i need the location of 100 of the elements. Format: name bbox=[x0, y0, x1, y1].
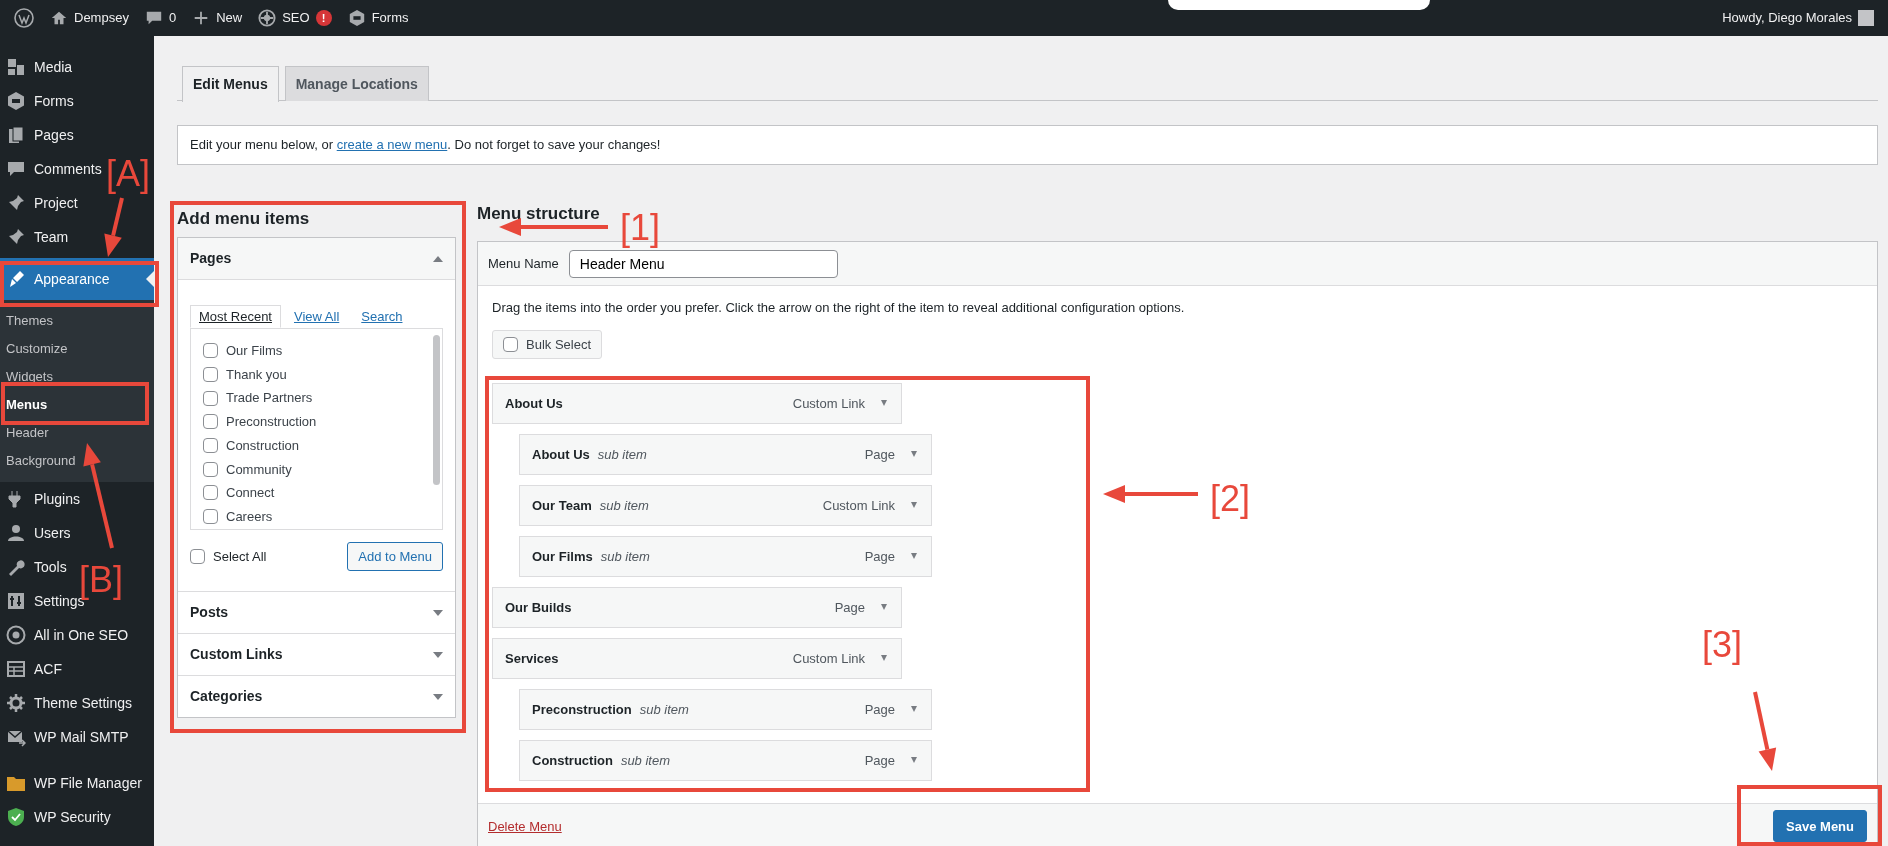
home-icon bbox=[50, 9, 68, 27]
sidebar-menu-item[interactable]: Tools bbox=[0, 550, 73, 584]
settings-icon bbox=[6, 693, 26, 713]
checkbox[interactable] bbox=[203, 461, 218, 477]
tab[interactable]: Most Recent bbox=[190, 305, 281, 328]
checkbox[interactable] bbox=[203, 367, 218, 383]
account-link[interactable]: Howdy, Diego Morales bbox=[1714, 0, 1882, 36]
expand-arrow-icon bbox=[433, 609, 443, 616]
menu-item[interactable]: Preconstruction sub item Page bbox=[519, 688, 932, 730]
instructions-text: Drag the items into the order you prefer. Click the arrow on the right of the item to reveal additional configuration options. bbox=[492, 299, 1186, 318]
tab[interactable]: Manage Locations bbox=[284, 66, 429, 101]
menu-item[interactable]: Our Team sub item Custom Link bbox=[519, 484, 932, 526]
media-icon bbox=[6, 57, 26, 77]
menu-item[interactable]: Our Films sub item Page bbox=[519, 535, 932, 577]
sidebar-menu-item[interactable]: Media bbox=[0, 50, 79, 84]
submenu-item[interactable]: Background bbox=[0, 447, 154, 475]
checkbox[interactable] bbox=[190, 549, 205, 564]
checkbox[interactable] bbox=[503, 336, 518, 352]
expand-arrow-icon bbox=[909, 451, 919, 458]
checkbox[interactable] bbox=[203, 390, 218, 406]
sliders-icon bbox=[6, 591, 26, 611]
sidebar-menu-item[interactable]: WP File Manager bbox=[0, 766, 148, 800]
menu-item[interactable]: About Us sub item Page bbox=[519, 433, 932, 475]
tab[interactable]: View All bbox=[285, 305, 349, 328]
checkbox[interactable] bbox=[203, 343, 218, 359]
comment-icon bbox=[6, 159, 26, 179]
checkbox[interactable] bbox=[203, 485, 218, 501]
expand-arrow-icon bbox=[909, 553, 919, 560]
sidebar-menu-item[interactable]: WP Security bbox=[0, 800, 117, 834]
sidebar-menu-item[interactable]: Pages bbox=[0, 118, 80, 152]
sidebar-menu-item[interactable]: Plugins bbox=[0, 482, 86, 516]
annotation-label: [2] bbox=[1210, 481, 1251, 517]
pages-icon bbox=[6, 125, 26, 145]
expand-arrow-icon bbox=[879, 604, 889, 611]
sidebar-menu-item[interactable]: Team bbox=[0, 220, 75, 254]
page-label: Connect bbox=[226, 484, 275, 503]
menu-item[interactable]: About Us Custom Link bbox=[492, 382, 902, 424]
annotation-label: [A] bbox=[106, 156, 150, 192]
annotation-arrow bbox=[104, 197, 124, 257]
page-label: Thank you bbox=[226, 365, 287, 384]
menu-name-field[interactable]: Header Menu bbox=[568, 249, 838, 278]
sidebar-menu-item[interactable]: Project bbox=[0, 186, 84, 220]
expand-arrow-icon bbox=[433, 693, 443, 700]
submenu-item[interactable]: Menus bbox=[0, 391, 154, 419]
expand-arrow-icon bbox=[909, 757, 919, 764]
sidebar-menu-item[interactable]: All in One SEO bbox=[0, 618, 135, 652]
wordpress-logo-icon[interactable] bbox=[14, 8, 34, 28]
sidebar-menu-item[interactable]: Comments bbox=[0, 152, 108, 186]
hexagon-icon bbox=[6, 91, 26, 111]
sidebar-menu-item[interactable]: WP Mail SMTP bbox=[0, 720, 135, 754]
accordion-header[interactable]: Pages bbox=[178, 238, 455, 280]
checkbox[interactable] bbox=[203, 414, 218, 430]
site-name-link[interactable]: Dempsey bbox=[42, 0, 137, 36]
delete-menu-link[interactable]: Delete Menu bbox=[488, 816, 562, 837]
bulk-select-button[interactable]: Bulk Select bbox=[492, 329, 603, 359]
user-icon bbox=[6, 523, 26, 543]
select-all-label: Select All bbox=[213, 547, 267, 566]
expand-arrow-icon bbox=[879, 655, 889, 662]
avatar-icon bbox=[1858, 10, 1874, 26]
checkbox[interactable] bbox=[203, 509, 218, 525]
submenu-item[interactable]: Themes bbox=[0, 307, 154, 335]
menu-item[interactable]: Construction sub item Page bbox=[519, 739, 932, 781]
forms-link[interactable]: Forms bbox=[339, 0, 417, 36]
expand-arrow-icon bbox=[433, 651, 443, 658]
page-label: Trade Partners bbox=[226, 389, 313, 408]
tab[interactable]: Edit Menus bbox=[182, 66, 279, 102]
hexagon-icon bbox=[347, 9, 366, 27]
seo-link[interactable]: SEO ! bbox=[250, 0, 340, 36]
expand-arrow-icon bbox=[909, 706, 919, 713]
shield-icon bbox=[6, 807, 26, 827]
comments-link[interactable]: 0 bbox=[136, 0, 185, 36]
page-label: Careers bbox=[226, 507, 273, 526]
submenu-item[interactable]: Widgets bbox=[0, 363, 154, 391]
grid-icon bbox=[6, 659, 26, 679]
sidebar-menu-item[interactable]: ACF bbox=[0, 652, 68, 686]
page-label: Construction bbox=[226, 436, 299, 455]
menu-item[interactable]: Services Custom Link bbox=[492, 637, 902, 679]
expand-arrow-icon bbox=[879, 400, 889, 407]
scrollbar[interactable] bbox=[433, 335, 440, 485]
checkbox[interactable] bbox=[203, 438, 218, 454]
section-heading: Menu structure bbox=[477, 203, 600, 225]
notice-text: Edit your menu below, or create a new menu. Do not forget to save your changes! bbox=[190, 136, 661, 155]
submenu-item[interactable]: Header bbox=[0, 419, 154, 447]
section-heading: Add menu items bbox=[177, 207, 311, 230]
new-link[interactable]: New bbox=[184, 0, 251, 36]
expand-arrow-icon bbox=[909, 502, 919, 509]
menu-item[interactable]: Our Builds Page bbox=[492, 586, 902, 628]
sidebar-menu-item[interactable]: Theme Settings bbox=[0, 686, 139, 720]
save-menu-button[interactable]: Save Menu bbox=[1773, 810, 1867, 843]
submenu-item[interactable]: Customize bbox=[0, 335, 154, 363]
add-to-menu-button[interactable]: Add to Menu bbox=[347, 542, 443, 571]
field-label: Menu Name bbox=[488, 254, 559, 273]
notification-badge: ! bbox=[315, 10, 332, 26]
collapse-arrow-icon bbox=[433, 255, 443, 262]
tab[interactable]: Search bbox=[352, 305, 412, 328]
annotation-label: [3] bbox=[1702, 627, 1743, 663]
annotation-label: [1] bbox=[620, 210, 661, 246]
sidebar-menu-item[interactable]: Users bbox=[0, 516, 77, 550]
sidebar-menu-item[interactable]: Forms bbox=[0, 84, 80, 118]
page-label: Our Films bbox=[226, 342, 283, 361]
